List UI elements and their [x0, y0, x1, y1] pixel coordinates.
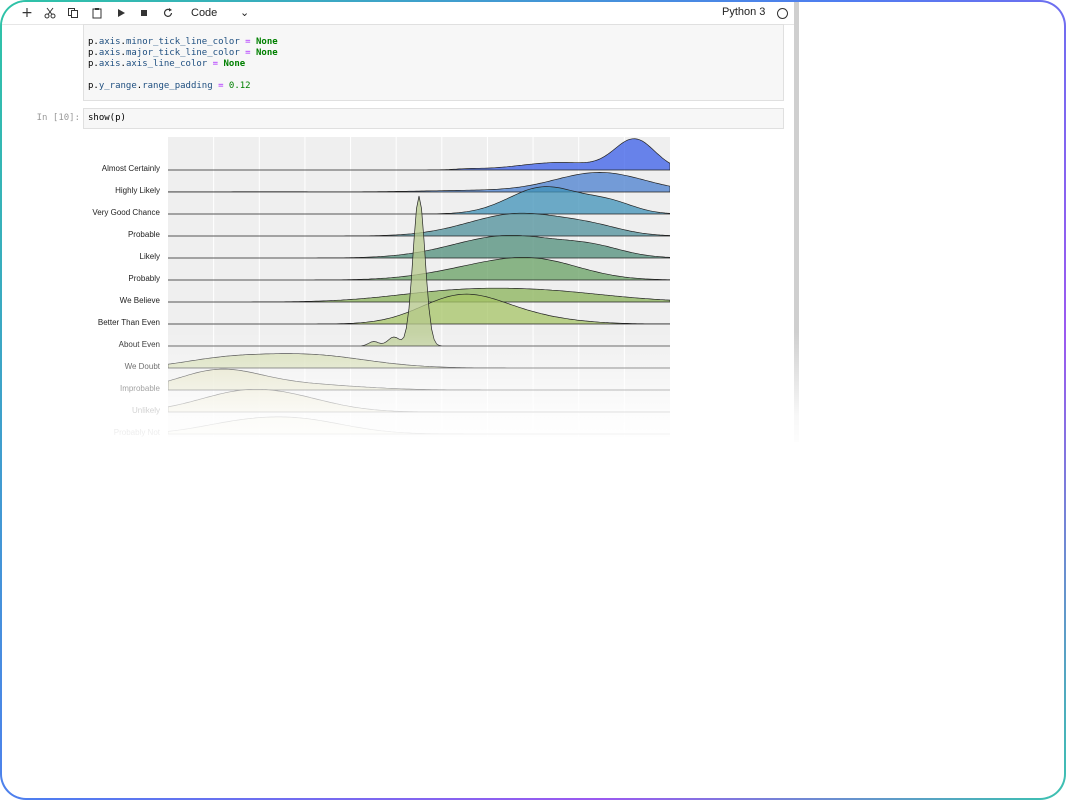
category-label: Probably	[128, 274, 160, 283]
category-label: We Believe	[119, 296, 160, 305]
category-label: Highly Likely	[115, 186, 160, 195]
category-label: Almost Certainly	[101, 164, 160, 173]
cell-type-select[interactable]: Code ⌄	[191, 4, 251, 22]
cell-type-value: Code	[191, 7, 218, 19]
paste-icon[interactable]	[88, 4, 106, 22]
restart-icon[interactable]	[159, 4, 177, 22]
code-line: p.axis.minor_tick_line_color = None	[88, 37, 278, 47]
input-prompt: In [10]:	[36, 113, 80, 123]
category-label: Probable	[127, 230, 160, 239]
code-line: p.axis.axis_line_color = None	[88, 59, 246, 69]
code-line: p.axis.major_tick_line_color = None	[88, 48, 278, 58]
code-block: p.axis.minor_tick_line_color = None p.ax…	[84, 25, 783, 94]
ridgeline-plot	[167, 137, 671, 437]
show-code: show(p)	[88, 113, 126, 123]
category-label: Likely	[139, 252, 160, 261]
add-icon[interactable]: +	[18, 4, 36, 22]
cut-icon[interactable]	[41, 4, 59, 22]
category-label: Probably Not	[113, 428, 160, 437]
category-label: Very Good Chance	[92, 208, 160, 217]
kernel-status-icon	[777, 8, 788, 19]
category-label: Unlikely	[131, 406, 160, 415]
copy-icon[interactable]	[64, 4, 82, 22]
category-label: About Even	[118, 340, 160, 349]
ridgeline-svg	[167, 137, 671, 437]
show-code-cell[interactable]: show(p)	[83, 108, 784, 129]
scrollbar[interactable]	[794, 2, 799, 442]
run-icon[interactable]	[112, 4, 130, 22]
stop-icon[interactable]	[135, 4, 153, 22]
kernel-name: Python 3	[722, 6, 766, 18]
category-label: Improbable	[119, 384, 160, 393]
previous-code-cell[interactable]: p.axis.minor_tick_line_color = None p.ax…	[83, 24, 784, 101]
category-label: We Doubt	[124, 362, 160, 371]
notebook-toolbar: + Code ⌄ Python 3	[2, 2, 797, 25]
chevron-down-icon: ⌄	[240, 7, 250, 19]
category-label: Better Than Even	[97, 318, 160, 327]
code-line: p.y_range.range_padding = 0.12	[88, 81, 251, 91]
window-frame: + Code ⌄ Python 3 p.axis.minor_tick_line…	[0, 0, 1066, 800]
